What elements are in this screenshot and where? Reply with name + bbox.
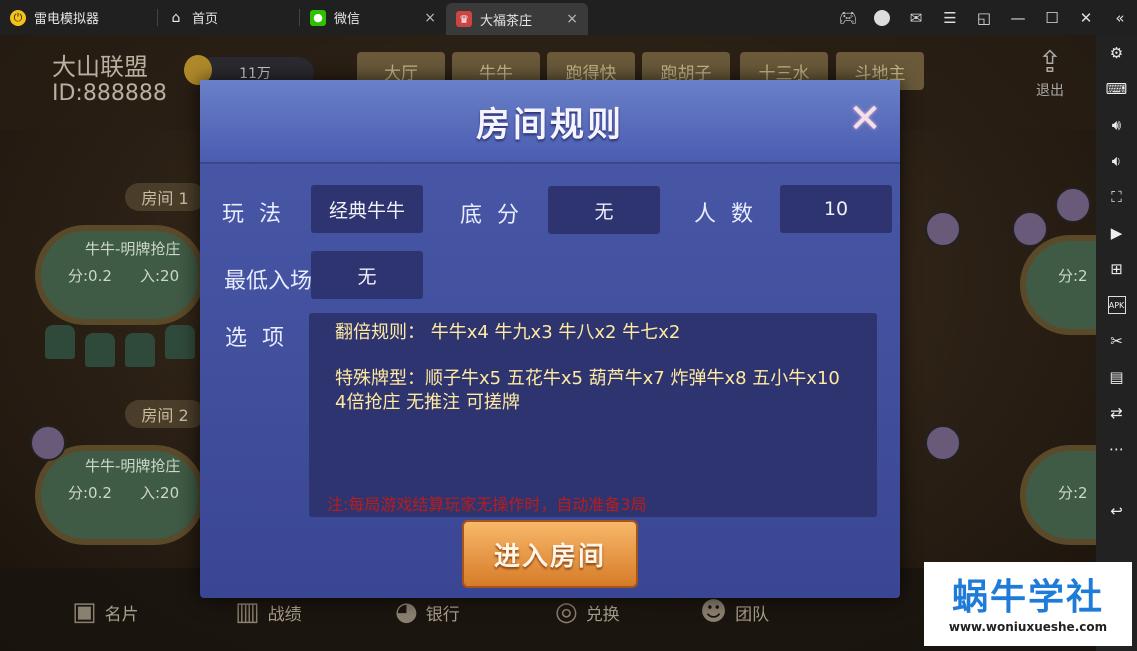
minimize-icon[interactable]: — <box>1001 0 1035 35</box>
extra-options: 4倍抢庄 无推注 可搓牌 <box>335 392 520 413</box>
base-score-label: 底 分 <box>460 203 523 228</box>
club-name: 大山联盟 <box>52 53 148 81</box>
watermark-title: 蜗牛学社 <box>951 577 1104 618</box>
player-avatar <box>30 425 66 461</box>
coins-icon: ◎ <box>555 597 578 627</box>
table-score-2: 分:0.2 <box>68 484 112 502</box>
app-tab[interactable]: ⏻ 雷电模拟器 <box>0 0 158 35</box>
window-close-icon[interactable]: ✕ <box>1069 0 1103 35</box>
watermark: 蜗牛学社 www.woniuxueshe.com <box>924 562 1132 646</box>
players-value: 10 <box>780 185 892 233</box>
volume-up-icon[interactable]: 🔊︎ <box>1096 107 1137 143</box>
players-label: 人 数 <box>694 202 757 227</box>
chair <box>165 325 195 359</box>
exit-icon: ⇪ <box>1037 45 1063 80</box>
user-avatar-icon[interactable] <box>865 0 899 35</box>
ldplayer-logo-icon: ⏻ <box>10 9 26 26</box>
table-score-3: 分:2 <box>1058 267 1088 285</box>
volume-down-icon[interactable]: 🔉︎ <box>1096 143 1137 179</box>
bar-chart-icon: ▥ <box>235 597 260 627</box>
tab-game-label: 大福茶庄 <box>480 13 533 29</box>
title-bar: ⏻ 雷电模拟器 ⌂ 首页 ● 微信 × ♛ 大福茶庄 × 🎮︎ ✉ ☰ ◱ — … <box>0 0 1137 35</box>
table-title-1: 牛牛-明牌抢庄 <box>85 240 181 258</box>
piggy-bank-icon: ◕ <box>395 597 418 627</box>
close-icon[interactable]: × <box>566 11 578 27</box>
add-window-icon[interactable]: ⊞ <box>1096 251 1137 287</box>
table-score-1: 分:0.2 <box>68 267 112 285</box>
close-icon[interactable]: ✕ <box>848 99 882 139</box>
watermark-url: www.woniuxueshe.com <box>948 620 1108 634</box>
more-icon[interactable]: ⋯ <box>1096 431 1137 467</box>
player-avatar <box>925 211 961 247</box>
gamepad-icon[interactable]: 🎮︎ <box>831 0 865 35</box>
tab-home[interactable]: ⌂ 首页 <box>158 0 300 35</box>
emulator-sidebar: ⚙ ⌨ 🔊︎ 🔉︎ ⛶ ▶ ⊞ APK ✂ ▤ ⇄ ⋯ ↩ <box>1096 35 1137 651</box>
keyboard-icon[interactable]: ⌨ <box>1096 71 1137 107</box>
tab-home-label: 首页 <box>192 12 219 27</box>
player-avatar <box>925 425 961 461</box>
video-icon[interactable]: ▤ <box>1096 359 1137 395</box>
exit-button[interactable]: ⇪ 退出 <box>1030 45 1070 100</box>
record-play-icon[interactable]: ▶ <box>1096 215 1137 251</box>
nav-exchange[interactable]: ◎ 兑换 <box>555 597 620 627</box>
mode-value: 经典牛牛 <box>311 185 423 233</box>
room-label-2: 房间 2 <box>125 400 205 428</box>
chair <box>125 333 155 367</box>
double-rules: 翻倍规则： 牛牛x4 牛九x3 牛八x2 牛七x2 <box>335 322 681 343</box>
settings-gear-icon[interactable]: ⚙ <box>1096 35 1137 71</box>
table-entry-1: 入:20 <box>140 267 180 285</box>
player-avatar <box>1012 211 1048 247</box>
collapse-sidebar-icon[interactable]: « <box>1103 0 1137 35</box>
tab-game[interactable]: ♛ 大福茶庄 × <box>446 3 588 35</box>
nav-team[interactable]: ☻ 团队 <box>700 597 769 627</box>
home-icon: ⌂ <box>171 9 181 26</box>
nav-card[interactable]: ▣ 名片 <box>72 597 139 627</box>
room-label-1: 房间 1 <box>125 183 205 211</box>
auto-ready-note: 注:每局游戏结算玩家无操作时，自动准备3局 <box>327 495 647 514</box>
special-card-types: 特殊牌型：顺子牛x5 五花牛x5 葫芦牛x7 炸弹牛x8 五小牛x10 <box>335 368 840 389</box>
tab-wechat[interactable]: ● 微信 × <box>300 0 446 35</box>
close-icon[interactable]: × <box>424 10 436 26</box>
options-label: 选 项 <box>225 326 288 351</box>
table-title-2: 牛牛-明牌抢庄 <box>85 457 181 475</box>
scissors-icon[interactable]: ✂ <box>1096 323 1137 359</box>
apk-install-icon[interactable]: APK <box>1107 296 1126 314</box>
enter-room-button[interactable]: 进入房间 <box>462 520 638 588</box>
wechat-icon: ● <box>310 9 326 26</box>
min-entry-value: 无 <box>311 251 423 299</box>
chair <box>85 333 115 367</box>
mode-label: 玩 法 <box>222 202 285 227</box>
back-icon[interactable]: ↩ <box>1096 493 1137 529</box>
dialog-header: 房间规则 <box>200 80 900 164</box>
nav-bank[interactable]: ◕ 银行 <box>395 597 460 627</box>
nav-record[interactable]: ▥ 战绩 <box>235 597 302 627</box>
mail-icon[interactable]: ✉ <box>899 0 933 35</box>
app-name: 雷电模拟器 <box>34 12 100 27</box>
options-box: 翻倍规则： 牛牛x4 牛九x3 牛八x2 牛七x2 特殊牌型：顺子牛x5 五花牛… <box>309 313 877 517</box>
club-id: ID:888888 <box>52 81 167 106</box>
chair <box>45 325 75 359</box>
screen-edit-icon[interactable]: ◱ <box>967 0 1001 35</box>
base-score-value: 无 <box>548 186 660 234</box>
maximize-icon[interactable]: ☐ <box>1035 0 1069 35</box>
room-rules-dialog: 房间规则 ✕ 玩 法 经典牛牛 底 分 无 人 数 10 最低入场 无 选 项 … <box>200 80 900 598</box>
table-entry-2: 入:20 <box>140 484 180 502</box>
team-icon: ☻ <box>700 597 728 627</box>
screen-fit-icon[interactable]: ⛶ <box>1096 179 1137 215</box>
player-avatar <box>1055 187 1091 223</box>
menu-icon[interactable]: ☰ <box>933 0 967 35</box>
id-card-icon: ▣ <box>72 597 97 627</box>
sync-icon[interactable]: ⇄ <box>1096 395 1137 431</box>
table-score-4: 分:2 <box>1058 484 1088 502</box>
game-app-icon: ♛ <box>456 11 472 27</box>
min-entry-label: 最低入场 <box>224 269 313 294</box>
tab-wechat-label: 微信 <box>334 12 361 27</box>
dialog-title: 房间规则 <box>476 104 624 145</box>
